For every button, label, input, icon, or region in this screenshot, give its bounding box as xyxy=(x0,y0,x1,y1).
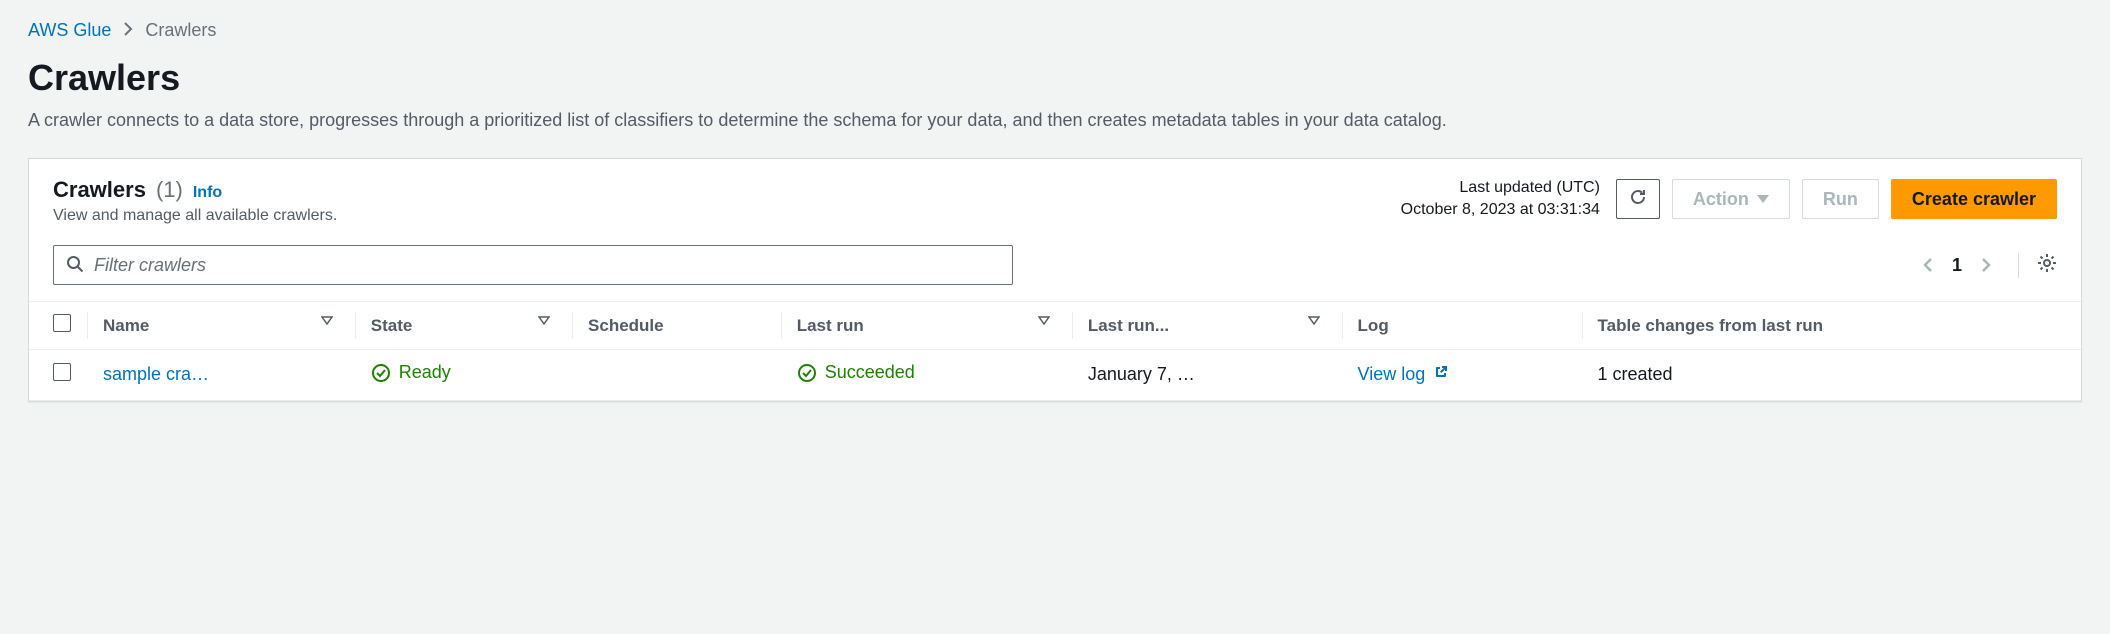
col-name[interactable]: Name xyxy=(87,302,355,350)
page-description: A crawler connects to a data store, prog… xyxy=(28,107,1548,134)
schedule-value xyxy=(572,350,781,401)
page-title: Crawlers xyxy=(28,57,2082,99)
breadcrumb: AWS Glue Crawlers xyxy=(28,20,2082,41)
col-state[interactable]: State xyxy=(355,302,572,350)
page-number: 1 xyxy=(1952,255,1962,276)
last-run-dur-value: January 7, … xyxy=(1072,350,1342,401)
table-changes-value: 1 created xyxy=(1582,350,2081,401)
refresh-button[interactable] xyxy=(1616,179,1660,219)
search-input[interactable] xyxy=(94,255,1000,276)
sort-icon xyxy=(321,316,333,326)
create-crawler-button[interactable]: Create crawler xyxy=(1891,179,2057,219)
last-run-value: Succeeded xyxy=(797,362,915,383)
gear-icon xyxy=(2037,253,2057,278)
page-next[interactable] xyxy=(1980,256,1992,274)
pagination: 1 xyxy=(1922,253,2057,278)
crawler-name-link[interactable]: sample cra… xyxy=(103,364,209,384)
action-button[interactable]: Action xyxy=(1672,179,1790,219)
state-value: Ready xyxy=(371,362,451,383)
info-link[interactable]: Info xyxy=(193,184,222,202)
select-all-checkbox[interactable] xyxy=(53,314,71,332)
action-label: Action xyxy=(1693,189,1749,210)
search-icon xyxy=(66,255,84,276)
check-circle-icon xyxy=(371,363,391,383)
breadcrumb-current: Crawlers xyxy=(145,20,216,41)
view-log-link[interactable]: View log xyxy=(1358,364,1450,385)
check-circle-icon xyxy=(797,363,817,383)
run-button[interactable]: Run xyxy=(1802,179,1879,219)
sort-icon xyxy=(1038,316,1050,326)
last-updated: Last updated (UTC) October 8, 2023 at 03… xyxy=(1401,177,1600,222)
crawlers-table: Name State Schedule xyxy=(29,301,2081,401)
col-last-run[interactable]: Last run xyxy=(781,302,1072,350)
page-prev[interactable] xyxy=(1922,256,1934,274)
panel-subtitle: View and manage all available crawlers. xyxy=(53,207,337,225)
col-table-changes[interactable]: Table changes from last run xyxy=(1582,302,2081,350)
col-log[interactable]: Log xyxy=(1342,302,1582,350)
last-updated-label: Last updated (UTC) xyxy=(1401,177,1600,199)
last-updated-value: October 8, 2023 at 03:31:34 xyxy=(1401,199,1600,221)
refresh-icon xyxy=(1628,187,1648,212)
breadcrumb-root[interactable]: AWS Glue xyxy=(28,20,111,41)
sort-icon xyxy=(1308,316,1320,326)
panel-count: (1) xyxy=(156,177,183,203)
crawlers-panel: Crawlers (1) Info View and manage all av… xyxy=(28,158,2082,402)
table-row: sample cra… Ready xyxy=(29,350,2081,401)
settings-button[interactable] xyxy=(2018,253,2057,278)
search-box[interactable] xyxy=(53,245,1013,285)
col-schedule[interactable]: Schedule xyxy=(572,302,781,350)
external-link-icon xyxy=(1433,364,1449,385)
chevron-right-icon xyxy=(123,20,133,41)
row-checkbox[interactable] xyxy=(53,363,71,381)
caret-down-icon xyxy=(1757,195,1769,203)
col-last-run-dur[interactable]: Last run... xyxy=(1072,302,1342,350)
panel-title: Crawlers xyxy=(53,177,146,203)
sort-icon xyxy=(538,316,550,326)
